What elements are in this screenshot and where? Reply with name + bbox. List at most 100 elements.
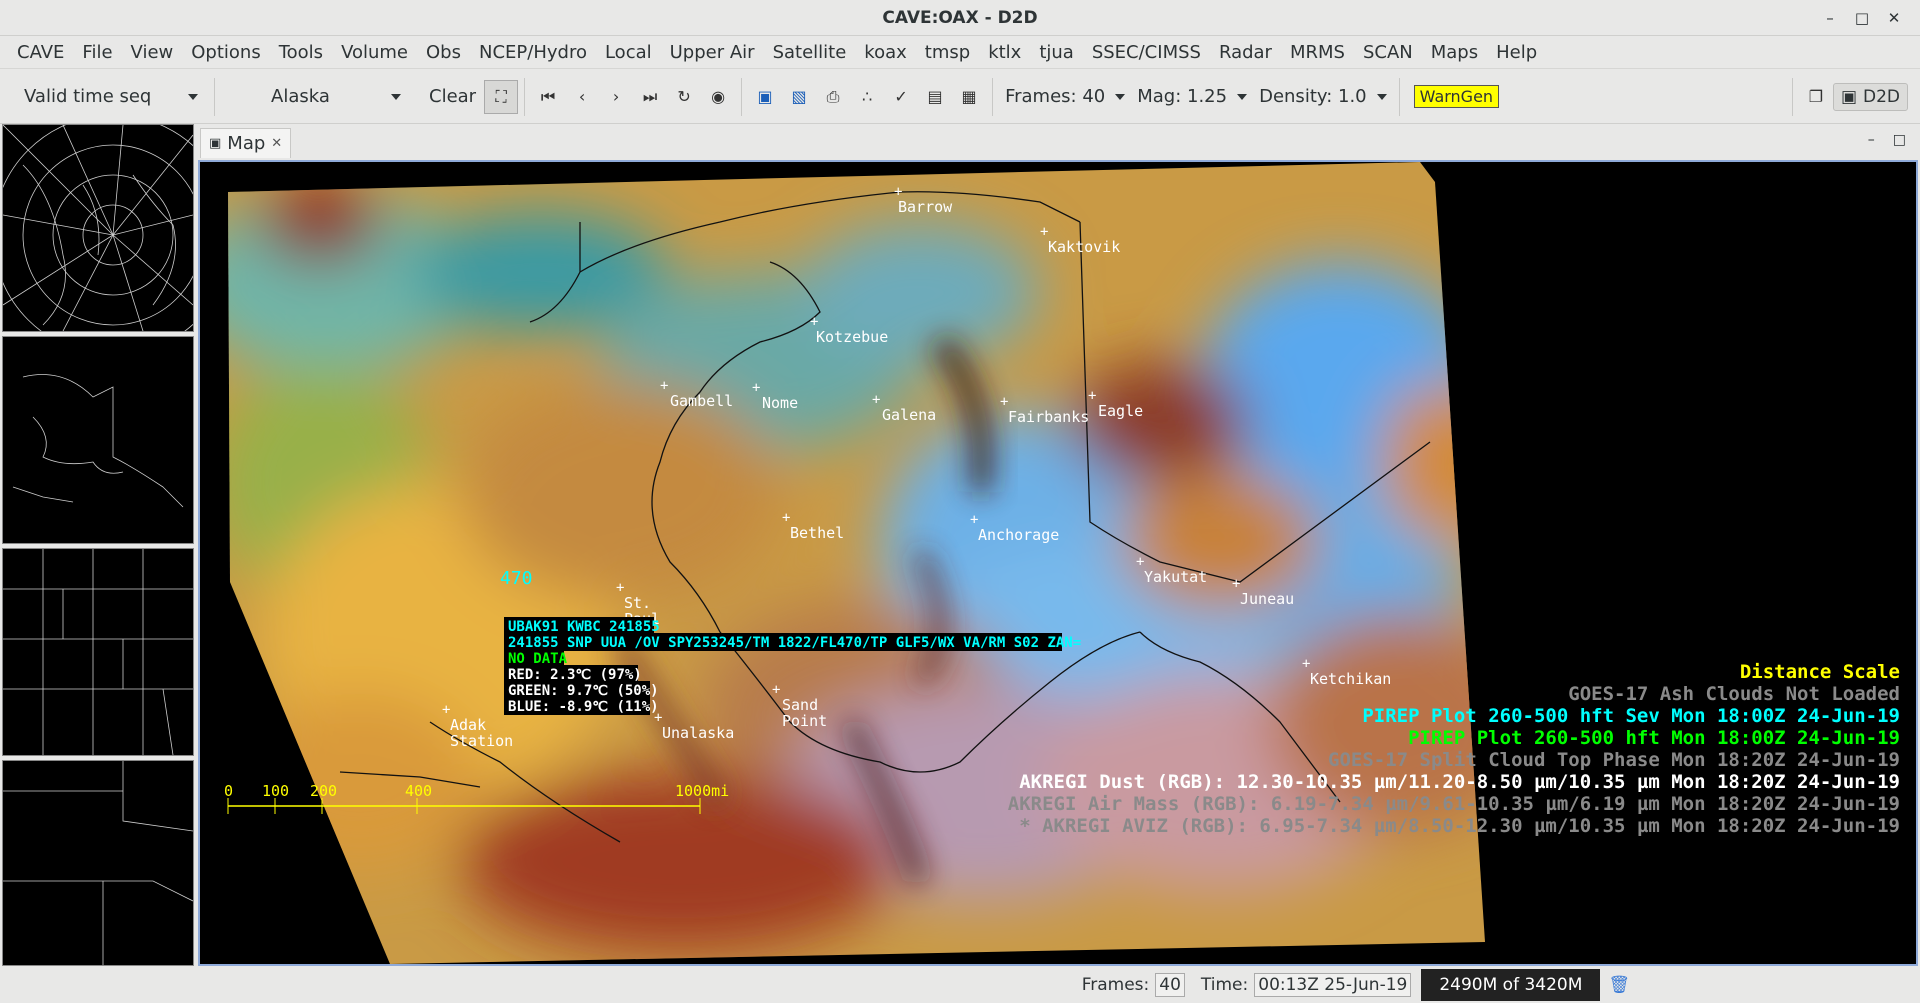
legend-entry[interactable]: Distance Scale [1740, 661, 1900, 683]
previous-frame-icon[interactable]: ‹ [565, 80, 599, 114]
points-icon[interactable]: ∴ [850, 80, 884, 114]
area-dropdown[interactable]: Alaska [221, 77, 411, 117]
single-panel-icon[interactable]: ▤ [918, 80, 952, 114]
satellite-map-canvas[interactable]: 0 100 200 400 1000mi Barrow Kaktovik Kot… [200, 162, 1916, 964]
chevron-down-icon [1115, 93, 1126, 100]
minimize-editor-icon[interactable]: – [1868, 132, 1875, 148]
time-sequence-dropdown[interactable]: Valid time seq [14, 77, 208, 117]
readout-nodata: NO DATA [508, 651, 568, 667]
minimize-icon[interactable]: – [1818, 6, 1842, 30]
menu-ncep-hydro[interactable]: NCEP/Hydro [470, 36, 596, 69]
menu-options[interactable]: Options [182, 36, 269, 69]
clear-button[interactable]: Clear [425, 80, 480, 114]
menu-local[interactable]: Local [596, 36, 661, 69]
maximize-icon[interactable]: □ [1850, 6, 1874, 30]
thumbnail-central-us[interactable] [2, 548, 194, 756]
menu-help[interactable]: Help [1487, 36, 1546, 69]
thumbnail-panes [0, 114, 234, 966]
map-tab-label: Map [227, 133, 266, 154]
readout-header: UBAK91 KWBC 241855 [508, 619, 660, 635]
first-frame-icon[interactable]: ⏮ [531, 80, 565, 114]
satellite-image [228, 162, 1485, 964]
legend-entry[interactable]: AKREGI Air Mass (RGB): 6.19-7.34 µm/9.61… [1008, 793, 1900, 815]
chevron-down-icon [391, 93, 401, 100]
menu-volume[interactable]: Volume [332, 36, 417, 69]
menu-koax[interactable]: koax [855, 36, 915, 69]
magnification-dropdown[interactable]: Mag: 1.25 [1131, 77, 1253, 117]
thumbnail-northern-hemisphere[interactable] [0, 114, 234, 356]
maximize-editor-icon[interactable]: □ [1893, 132, 1906, 148]
menu-ssec-cimss[interactable]: SSEC/CIMSS [1083, 36, 1210, 69]
four-panel-icon[interactable]: ▦ [952, 80, 986, 114]
thumbnail-alaska[interactable] [2, 336, 194, 544]
menu-mrms[interactable]: MRMS [1281, 36, 1354, 69]
readout-blue: BLUE: -8.9℃ (11%) [508, 699, 659, 715]
legend-entry[interactable]: * AKREGI AVIZ (RGB): 6.95-7.34 µm/8.50-1… [1019, 815, 1900, 837]
thumbnail-nebraska[interactable] [2, 760, 194, 966]
svg-text:+: + [442, 702, 450, 718]
menu-satellite[interactable]: Satellite [764, 36, 856, 69]
d2d-perspective-button[interactable]: ▣ D2D [1832, 82, 1908, 111]
menu-upper-air[interactable]: Upper Air [661, 36, 764, 69]
magnification-label: Mag: 1.25 [1137, 86, 1228, 107]
menu-obs[interactable]: Obs [417, 36, 470, 69]
window-titlebar: CAVE:OAX - D2D – □ ✕ [0, 0, 1920, 36]
svg-text:+: + [782, 510, 790, 526]
chevron-down-icon [1376, 93, 1387, 100]
legend-entry[interactable]: PIREP Plot 260-500 hft Sev Mon 18:00Z 24… [1362, 705, 1900, 727]
svg-text:+: + [772, 682, 780, 698]
menu-cave[interactable]: CAVE [8, 36, 73, 69]
close-tab-icon[interactable]: ✕ [271, 136, 282, 151]
toolbar-separator [214, 77, 215, 116]
close-icon[interactable]: ✕ [1882, 6, 1906, 30]
last-frame-icon[interactable]: ⏭ [633, 80, 667, 114]
menu-file[interactable]: File [73, 36, 121, 69]
menu-tools[interactable]: Tools [270, 36, 332, 69]
city-label-fairbanks: Fairbanks [1008, 408, 1089, 426]
menu-tmsp[interactable]: tmsp [916, 36, 979, 69]
tab-map[interactable]: ▣ Map ✕ [200, 128, 292, 158]
city-label-bethel: Bethel [790, 524, 844, 542]
menu-view[interactable]: View [122, 36, 183, 69]
memory-usage-indicator: 2490M of 3420M [1421, 968, 1601, 1001]
frames-status-value: 40 [1155, 972, 1185, 997]
readout-report: 241855 SNP UUA /OV SPY253245/TM 1822/FL4… [508, 635, 1081, 651]
readout-red: RED: 2.3℃ (97%) [508, 667, 642, 683]
menu-ktlx[interactable]: ktlx [979, 36, 1030, 69]
pan-icon[interactable]: ▣ [748, 80, 782, 114]
density-dropdown[interactable]: Density: 1.0 [1253, 77, 1393, 117]
svg-text:+: + [752, 380, 760, 396]
menu-tjua[interactable]: tjua [1030, 36, 1083, 69]
scale-tick-label: 100 [262, 782, 289, 800]
image-properties-icon[interactable]: ◉ [701, 80, 735, 114]
map-display[interactable]: 0 100 200 400 1000mi Barrow Kaktovik Kot… [198, 160, 1918, 966]
legend-entry[interactable]: AKREGI Dust (RGB): 12.30-10.35 µm/11.20-… [1019, 771, 1900, 793]
svg-text:+: + [810, 314, 818, 330]
trash-icon[interactable]: 🗑 [1608, 975, 1630, 995]
legend-entry[interactable]: GOES-17 Ash Clouds Not Loaded [1568, 683, 1900, 705]
svg-text:+: + [1000, 394, 1008, 410]
new-map-icon[interactable]: ▧ [782, 80, 816, 114]
open-perspective-icon[interactable]: ❐ [1799, 80, 1833, 114]
city-label-anchorage: Anchorage [978, 526, 1059, 544]
city-label-nome: Nome [762, 394, 798, 412]
menu-radar[interactable]: Radar [1210, 36, 1281, 69]
legend-entry[interactable]: GOES-17 Split Cloud Top Phase Mon 18:20Z… [1328, 749, 1900, 771]
svg-text:+: + [1136, 554, 1144, 570]
chevron-down-icon [1237, 93, 1248, 100]
zoom-fit-icon[interactable]: ⛶ [484, 79, 519, 114]
menu-scan[interactable]: SCAN [1354, 36, 1422, 69]
area-label: Alaska [271, 86, 330, 107]
baselines-icon[interactable]: ✓ [884, 80, 918, 114]
legend-entry[interactable]: PIREP Plot 260-500 hft Mon 18:00Z 24-Jun… [1408, 727, 1900, 749]
svg-text:+: + [1302, 656, 1310, 672]
next-frame-icon[interactable]: › [599, 80, 633, 114]
menu-maps[interactable]: Maps [1422, 36, 1487, 69]
frames-dropdown[interactable]: Frames: 40 [999, 77, 1131, 117]
warngen-button[interactable]: WarnGen [1413, 85, 1500, 108]
svg-text:+: + [660, 378, 668, 394]
city-label-galena: Galena [882, 406, 936, 424]
print-icon[interactable]: ⎙ [816, 80, 850, 114]
svg-text:+: + [872, 392, 880, 408]
loop-icon[interactable]: ↻ [667, 80, 701, 114]
